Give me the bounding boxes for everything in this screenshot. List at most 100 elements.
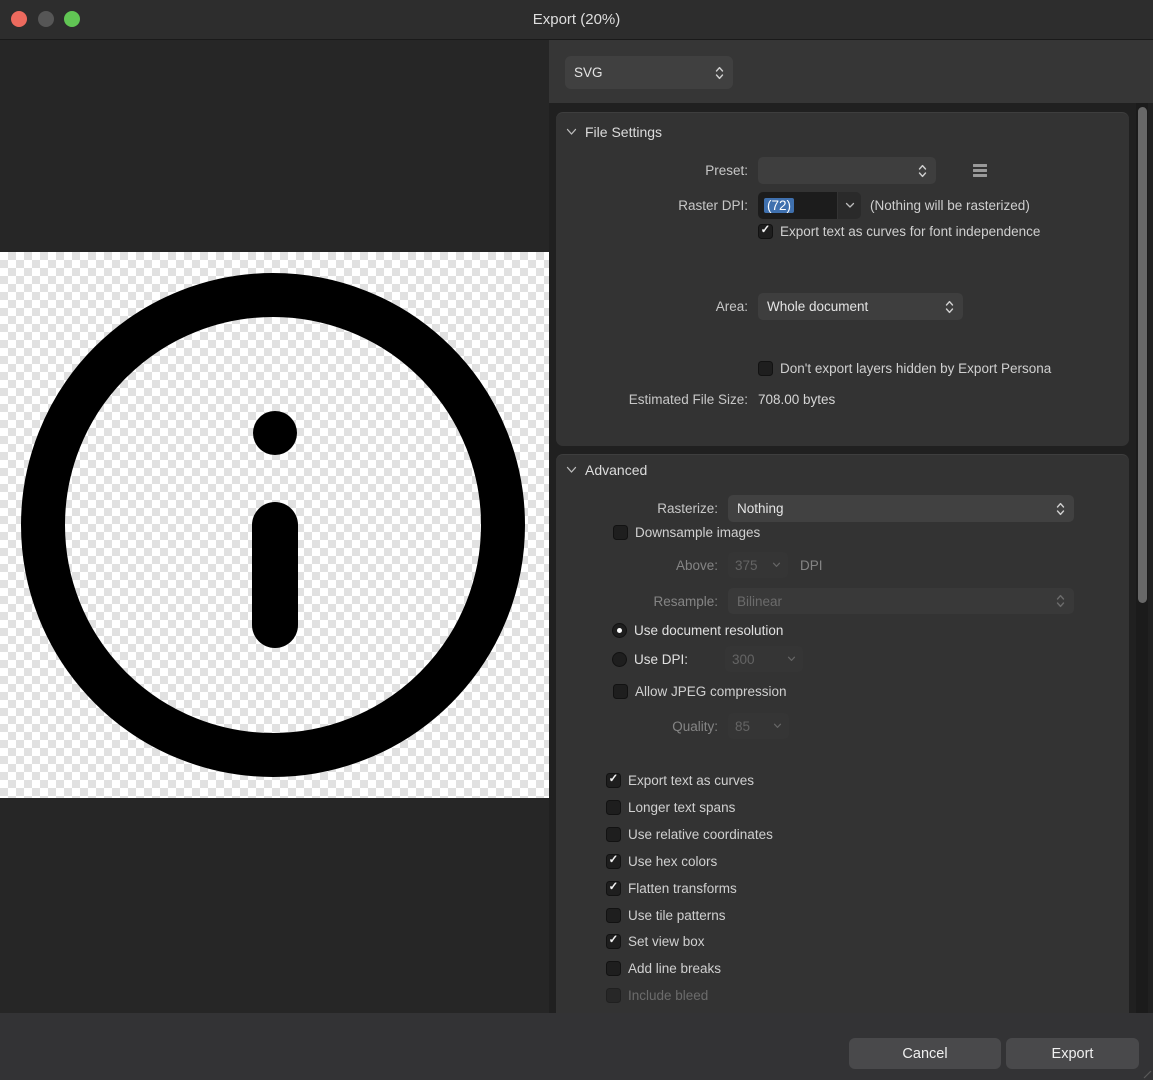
svg-option-checkbox[interactable]: ✓ xyxy=(606,881,621,896)
format-toolbar: SVG xyxy=(549,40,1153,103)
footer-bar: Cancel Export xyxy=(0,1013,1153,1080)
raster-note: (Nothing will be rasterized) xyxy=(870,198,1030,213)
chevron-down-icon xyxy=(787,656,796,662)
chevron-up-down-icon xyxy=(1056,501,1065,517)
svg-option-row: ✓ Use hex colors xyxy=(606,851,717,871)
format-select-value: SVG xyxy=(574,65,603,80)
use-dpi-label: Use DPI: xyxy=(634,652,688,667)
advanced-header[interactable]: Advanced xyxy=(566,462,647,478)
svg-option-row: Include bleed xyxy=(606,985,708,1005)
preset-select[interactable] xyxy=(758,157,936,184)
preset-row: Preset: xyxy=(556,157,987,184)
downsample-checkbox[interactable] xyxy=(613,525,628,540)
above-combo-value: 375 xyxy=(735,558,758,573)
chevron-up-down-icon xyxy=(1056,593,1065,609)
svg-option-row: Use relative coordinates xyxy=(606,824,773,844)
export-curves-label: Export text as curves for font independe… xyxy=(780,224,1040,239)
preset-label: Preset: xyxy=(556,163,748,178)
svg-option-label: Export text as curves xyxy=(628,773,754,788)
rasterize-select[interactable]: Nothing xyxy=(728,495,1074,522)
use-dpi-radio[interactable] xyxy=(612,652,627,667)
export-curves-checkbox[interactable]: ✓ xyxy=(758,224,773,239)
use-doc-res-row: Use document resolution xyxy=(612,620,783,640)
svg-option-label: Set view box xyxy=(628,934,705,949)
above-combo: 375 xyxy=(728,552,788,578)
svg-option-checkbox[interactable] xyxy=(606,800,621,815)
svg-option-label: Longer text spans xyxy=(628,800,735,815)
svg-option-checkbox[interactable] xyxy=(606,908,621,923)
svg-option-label: Add line breaks xyxy=(628,961,721,976)
hidden-layers-checkbox[interactable] xyxy=(758,361,773,376)
resample-select: Bilinear xyxy=(728,588,1074,614)
format-select[interactable]: SVG xyxy=(565,56,733,89)
svg-option-row: Longer text spans xyxy=(606,797,735,817)
disclosure-chevron-icon xyxy=(566,128,577,136)
rasterize-row: Rasterize: Nothing xyxy=(556,495,1074,522)
svg-option-row: Use tile patterns xyxy=(606,905,726,925)
svg-option-checkbox[interactable] xyxy=(606,961,621,976)
jpeg-compression-checkbox[interactable] xyxy=(613,684,628,699)
file-settings-header[interactable]: File Settings xyxy=(566,124,662,140)
raster-dpi-value: (72) xyxy=(764,198,794,213)
estimated-size-row: Estimated File Size: 708.00 bytes xyxy=(556,389,835,409)
jpeg-compression-label: Allow JPEG compression xyxy=(635,684,787,699)
cancel-button[interactable]: Cancel xyxy=(849,1038,1001,1069)
chevron-down-icon xyxy=(772,562,781,568)
raster-dpi-dropdown-button[interactable] xyxy=(838,192,861,219)
file-settings-card: File Settings Preset: Raster DPI: (72) xyxy=(556,112,1129,446)
dpi-unit-label: DPI xyxy=(800,558,823,573)
area-label: Area: xyxy=(556,299,748,314)
area-select-value: Whole document xyxy=(767,299,868,314)
downsample-row: Downsample images xyxy=(613,522,760,542)
above-dpi-row: Above: 375 DPI xyxy=(556,552,823,578)
svg-option-label: Include bleed xyxy=(628,988,708,1003)
svg-option-row: Add line breaks xyxy=(606,958,721,978)
use-dpi-combo: 300 xyxy=(725,646,803,672)
downsample-label: Downsample images xyxy=(635,525,760,540)
preview-pane xyxy=(0,40,549,1013)
svg-option-checkbox[interactable]: ✓ xyxy=(606,854,621,869)
chevron-up-down-icon xyxy=(945,299,954,315)
scrollbar-track[interactable] xyxy=(1136,103,1148,1013)
svg-option-label: Use hex colors xyxy=(628,854,717,869)
area-row: Area: Whole document xyxy=(556,293,963,320)
above-label: Above: xyxy=(556,558,718,573)
use-doc-res-label: Use document resolution xyxy=(634,623,783,638)
svg-option-checkbox[interactable] xyxy=(606,827,621,842)
quality-label: Quality: xyxy=(556,719,718,734)
svg-option-checkbox[interactable]: ✓ xyxy=(606,934,621,949)
chevron-up-down-icon xyxy=(715,65,724,81)
scrollbar-thumb[interactable] xyxy=(1138,107,1147,603)
resample-label: Resample: xyxy=(556,594,718,609)
raster-dpi-label: Raster DPI: xyxy=(556,198,748,213)
title-bar: Export (20%) xyxy=(0,0,1153,40)
area-select[interactable]: Whole document xyxy=(758,293,963,320)
svg-option-checkbox[interactable]: ✓ xyxy=(606,773,621,788)
chevron-down-icon xyxy=(845,202,855,209)
use-dpi-row: Use DPI: 300 xyxy=(612,646,688,672)
resample-select-value: Bilinear xyxy=(737,594,782,609)
disclosure-chevron-icon xyxy=(566,466,577,474)
preset-menu-icon[interactable] xyxy=(973,164,987,177)
settings-panel: SVG File Settings Preset: xyxy=(549,40,1153,1013)
use-dpi-combo-value: 300 xyxy=(732,652,755,667)
advanced-header-label: Advanced xyxy=(585,462,647,478)
svg-option-row: ✓ Export text as curves xyxy=(606,770,754,790)
window-title: Export (20%) xyxy=(0,0,1153,40)
rasterize-label: Rasterize: xyxy=(556,501,718,516)
raster-dpi-input[interactable]: (72) xyxy=(758,192,837,219)
export-button[interactable]: Export xyxy=(1006,1038,1139,1069)
svg-option-label: Flatten transforms xyxy=(628,881,737,896)
chevron-down-icon xyxy=(773,723,782,729)
export-curves-row: ✓ Export text as curves for font indepen… xyxy=(758,221,1040,241)
advanced-card: Advanced Rasterize: Nothing Downsample i… xyxy=(556,454,1129,1013)
hidden-layers-row: Don't export layers hidden by Export Per… xyxy=(758,358,1051,378)
file-settings-header-label: File Settings xyxy=(585,124,662,140)
quality-combo: 85 xyxy=(728,713,789,739)
use-doc-res-radio[interactable] xyxy=(612,623,627,638)
svg-option-checkbox xyxy=(606,988,621,1003)
resize-grip-icon[interactable] xyxy=(1143,1070,1152,1079)
jpeg-compression-row: Allow JPEG compression xyxy=(613,681,787,701)
svg-option-row: ✓ Flatten transforms xyxy=(606,878,737,898)
resample-row: Resample: Bilinear xyxy=(556,588,1074,614)
